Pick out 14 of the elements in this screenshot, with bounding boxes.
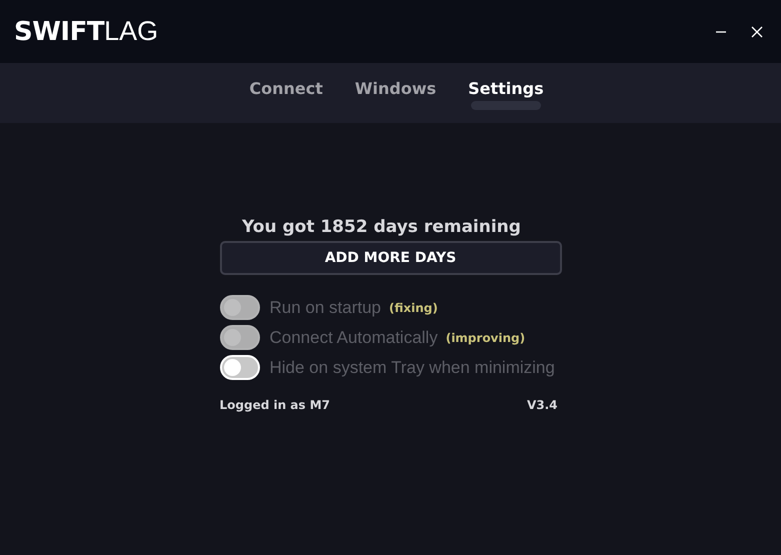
version-text: V3.4 (526, 398, 558, 412)
logo: SWIFTLAG (14, 16, 158, 47)
toggle-label: Connect Automatically (270, 328, 438, 348)
nav-tab[interactable]: Connect (249, 63, 323, 99)
days-remaining-text: You got 1852 days remaining (241, 217, 522, 237)
login-text: Logged in as M7 (220, 398, 330, 412)
status-note: (improving) (446, 330, 526, 344)
close-icon (751, 26, 763, 38)
status-note: (fixing) (389, 300, 438, 314)
toggle-label: Hide on system Tray when minimizing (270, 358, 555, 378)
nav-tab[interactable]: Settings (468, 63, 544, 99)
add-days-button[interactable]: ADD MORE DAYS (220, 241, 562, 275)
toggle-label: Run on startup (270, 298, 382, 318)
nav-tab[interactable]: Windows (354, 63, 436, 99)
